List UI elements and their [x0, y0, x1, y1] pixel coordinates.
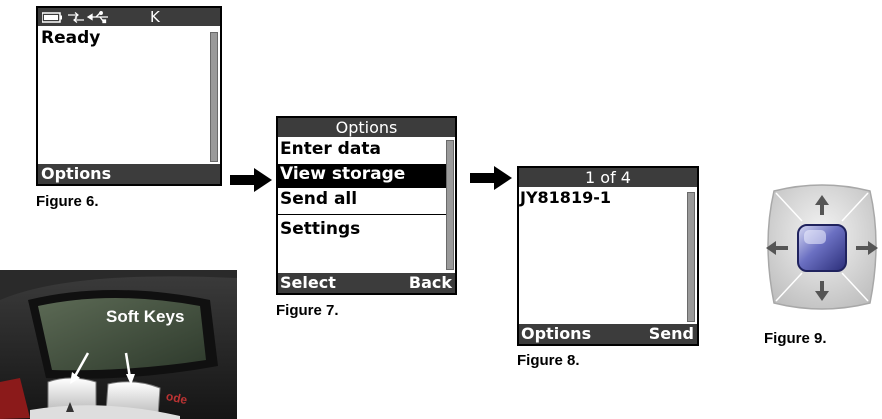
screen-title: Options — [335, 118, 398, 137]
arrow-right-icon — [470, 166, 512, 190]
softkey-bar: Options — [38, 164, 220, 184]
navigation-pad-icon — [766, 184, 878, 310]
usb-icon — [86, 11, 108, 24]
menu-item-enter-data[interactable]: Enter data — [280, 139, 381, 159]
scrollbar[interactable] — [210, 32, 218, 162]
softkey-left-label[interactable]: Select — [280, 273, 336, 292]
status-text: Ready — [41, 28, 101, 48]
figure7-caption: Figure 7. — [276, 302, 339, 319]
figure6-caption: Figure 6. — [36, 193, 99, 210]
figure8-caption: Figure 8. — [517, 352, 580, 369]
softkey-right-label[interactable]: Back — [409, 273, 452, 292]
screen-title: 1 of 4 — [585, 168, 631, 187]
title-bar: Options — [278, 118, 455, 137]
k-indicator: K — [150, 8, 160, 26]
softkey-left-label[interactable]: Options — [521, 324, 591, 343]
transfer-arrows-icon — [68, 12, 84, 23]
battery-icon — [42, 12, 62, 23]
scrollbar[interactable] — [687, 192, 695, 322]
soft-keys-label: Soft Keys — [106, 307, 185, 326]
menu-item-settings[interactable]: Settings — [280, 219, 360, 239]
figure6-screen: K Ready Options — [36, 6, 222, 186]
figure9-caption: Figure 9. — [764, 330, 827, 347]
softkey-left-label[interactable]: Options — [41, 164, 111, 183]
title-bar: 1 of 4 — [519, 168, 697, 187]
menu-item-view-storage[interactable]: View storage — [280, 164, 405, 184]
softkey-bar: Options Send — [519, 324, 697, 344]
arrow-right-icon — [230, 168, 272, 192]
scrollbar[interactable] — [446, 140, 454, 270]
record-id[interactable]: JY81819-1 — [520, 188, 611, 207]
device-photo — [0, 270, 237, 419]
softkey-right-label[interactable]: Send — [649, 324, 694, 343]
figure7-screen: Options Enter data View storage Send all… — [276, 116, 457, 295]
softkey-bar: Select Back — [278, 273, 455, 293]
status-bar: K — [38, 8, 220, 26]
menu-item-send-all[interactable]: Send all — [280, 189, 357, 209]
figure8-screen: 1 of 4 JY81819-1 Options Send — [517, 166, 699, 346]
menu-divider — [278, 214, 446, 215]
